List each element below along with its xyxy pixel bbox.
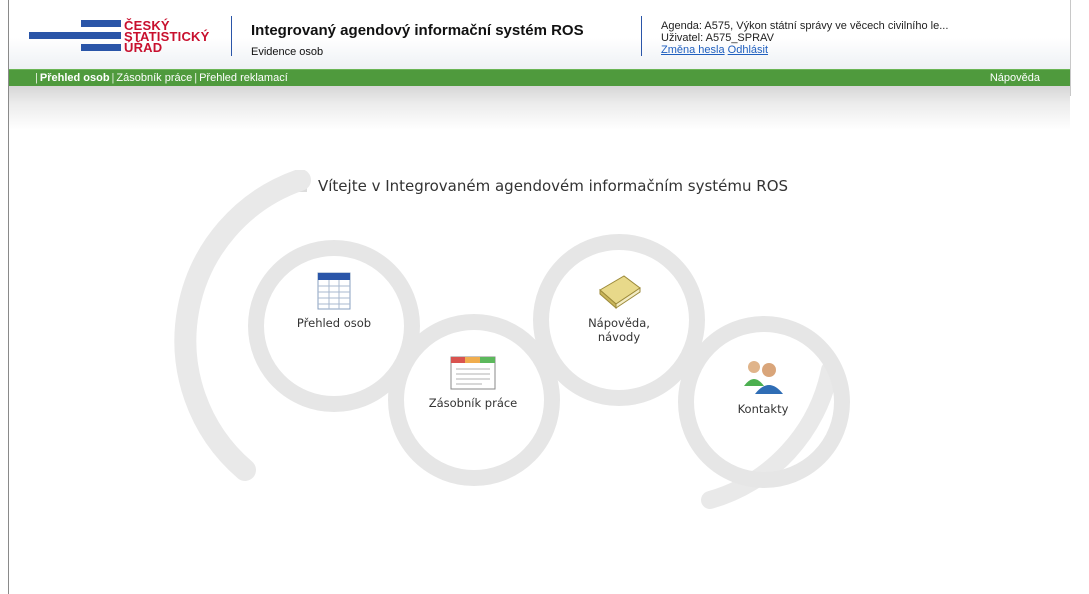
nav-item-prehled-reklamaci[interactable]: Přehled reklamací <box>199 72 288 84</box>
table-icon <box>317 272 351 310</box>
header-divider-2 <box>641 16 642 56</box>
people-icon <box>744 361 783 394</box>
nav-help-link[interactable]: Nápověda <box>990 70 1040 86</box>
nav-shadow <box>9 86 1070 130</box>
tile-napoveda[interactable]: Nápověda, návody <box>559 272 679 344</box>
user-line: Uživatel: A575_SPRAV <box>661 32 774 44</box>
tile-kontakty[interactable]: Kontakty <box>703 356 823 416</box>
header-divider <box>231 16 232 56</box>
logo-line-3: ÚŘAD <box>124 40 163 55</box>
czso-logo: ČESKÝ STATISTICKÝ ÚŘAD <box>29 18 229 55</box>
app-header: ČESKÝ STATISTICKÝ ÚŘAD Integrovaný agend… <box>9 0 1070 69</box>
nav-item-zasobnik-prace[interactable]: Zásobník práce <box>116 72 192 84</box>
change-password-link[interactable]: Změna hesla <box>661 44 725 56</box>
tile-label: Přehled osob <box>296 316 372 330</box>
system-title: Integrovaný agendový informační systém R… <box>251 22 584 39</box>
tile-label: Zásobník práce <box>428 396 518 410</box>
book-icon <box>599 275 641 310</box>
nav-separator: | <box>35 72 38 84</box>
logout-link[interactable]: Odhlásit <box>728 44 768 56</box>
tile-label: Kontakty <box>737 402 789 416</box>
user-info: Agenda: A575, Výkon státní správy ve věc… <box>661 20 1061 56</box>
nav-item-prehled-osob[interactable]: Přehled osob <box>40 72 110 84</box>
window-list-icon <box>450 356 496 390</box>
frame-right-border <box>1070 0 1071 96</box>
system-subtitle: Evidence osob <box>251 46 324 58</box>
agenda-line: Agenda: A575, Výkon státní správy ve věc… <box>661 20 949 32</box>
main-nav: | Přehled osob | Zásobník práce | Přehled rek… <box>9 69 1070 86</box>
tile-zasobnik-prace[interactable]: Zásobník práce <box>413 354 533 410</box>
tile-label: Nápověda, návody <box>588 316 650 344</box>
tile-prehled-osob[interactable]: Přehled osob <box>274 272 394 330</box>
